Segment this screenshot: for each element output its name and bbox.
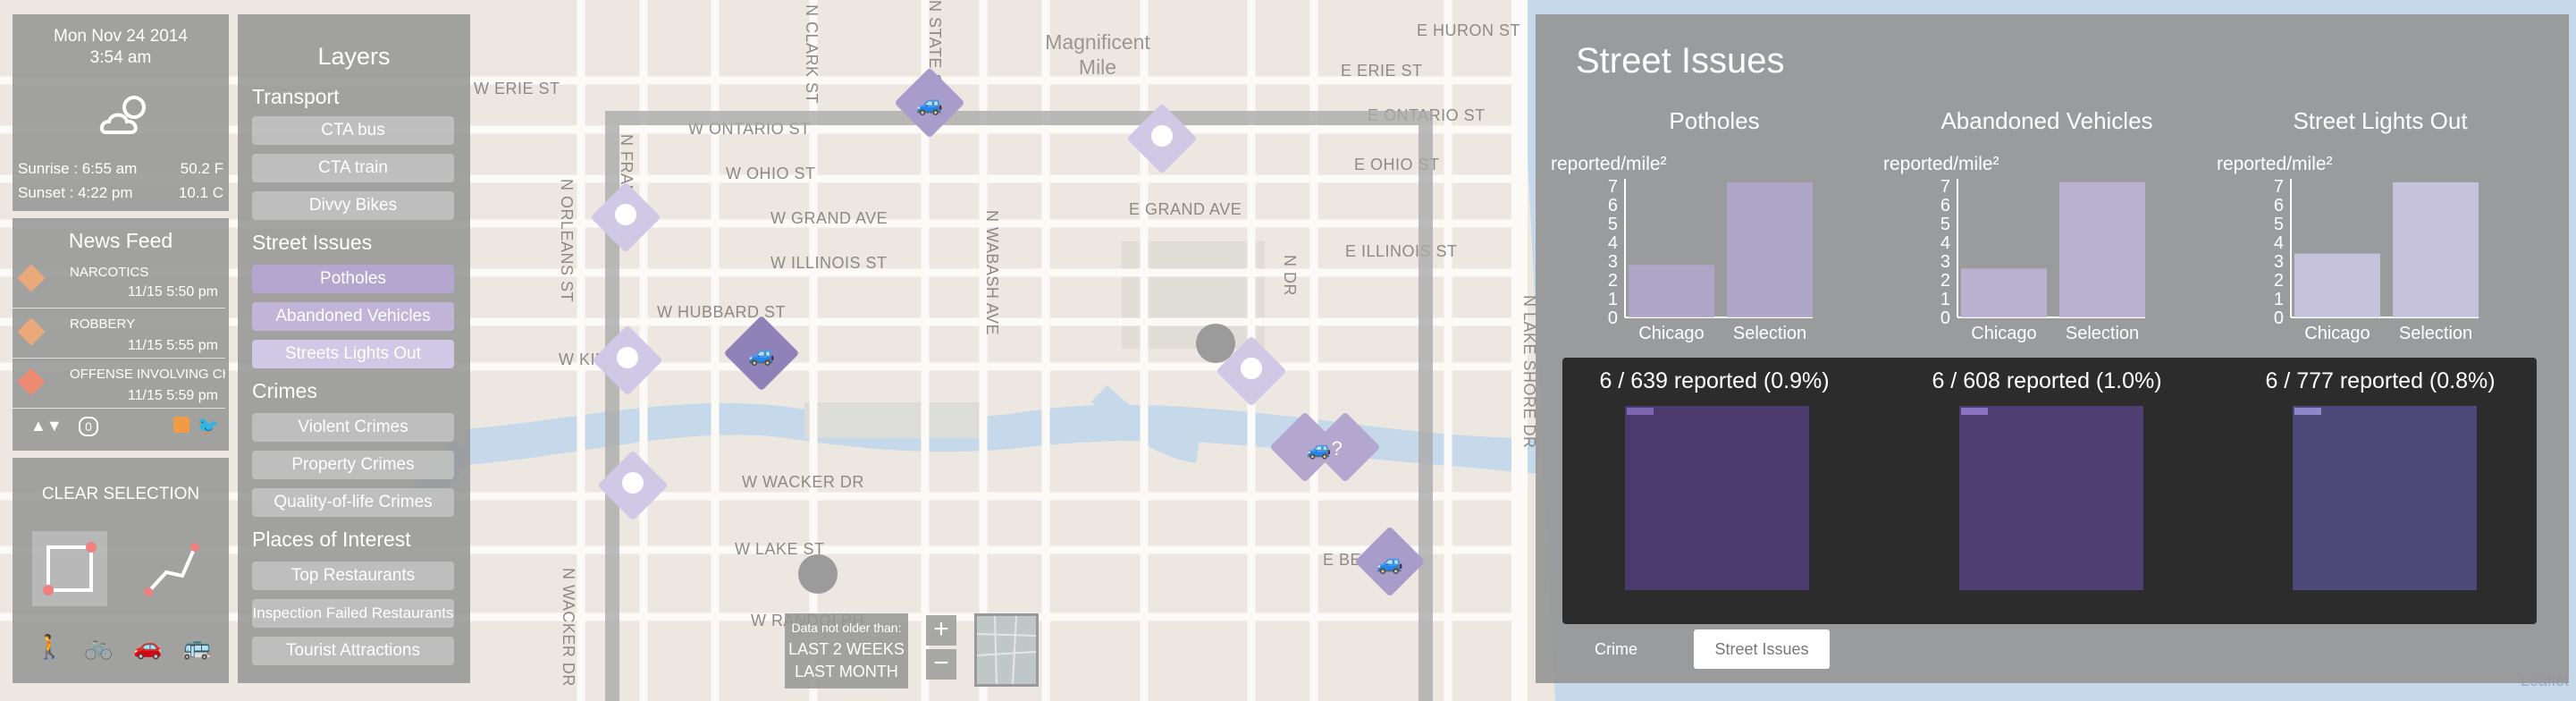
share-squares [1625, 406, 2477, 590]
share-square [1959, 406, 2143, 590]
share-fill [1961, 408, 1988, 415]
share-square [2293, 406, 2477, 590]
share-fill [1627, 408, 1654, 415]
tab-crime[interactable]: Crime [1573, 629, 1659, 669]
share-fill [2294, 408, 2321, 415]
share-square [1625, 406, 1809, 590]
tab-street-issues[interactable]: Street Issues [1694, 629, 1830, 669]
